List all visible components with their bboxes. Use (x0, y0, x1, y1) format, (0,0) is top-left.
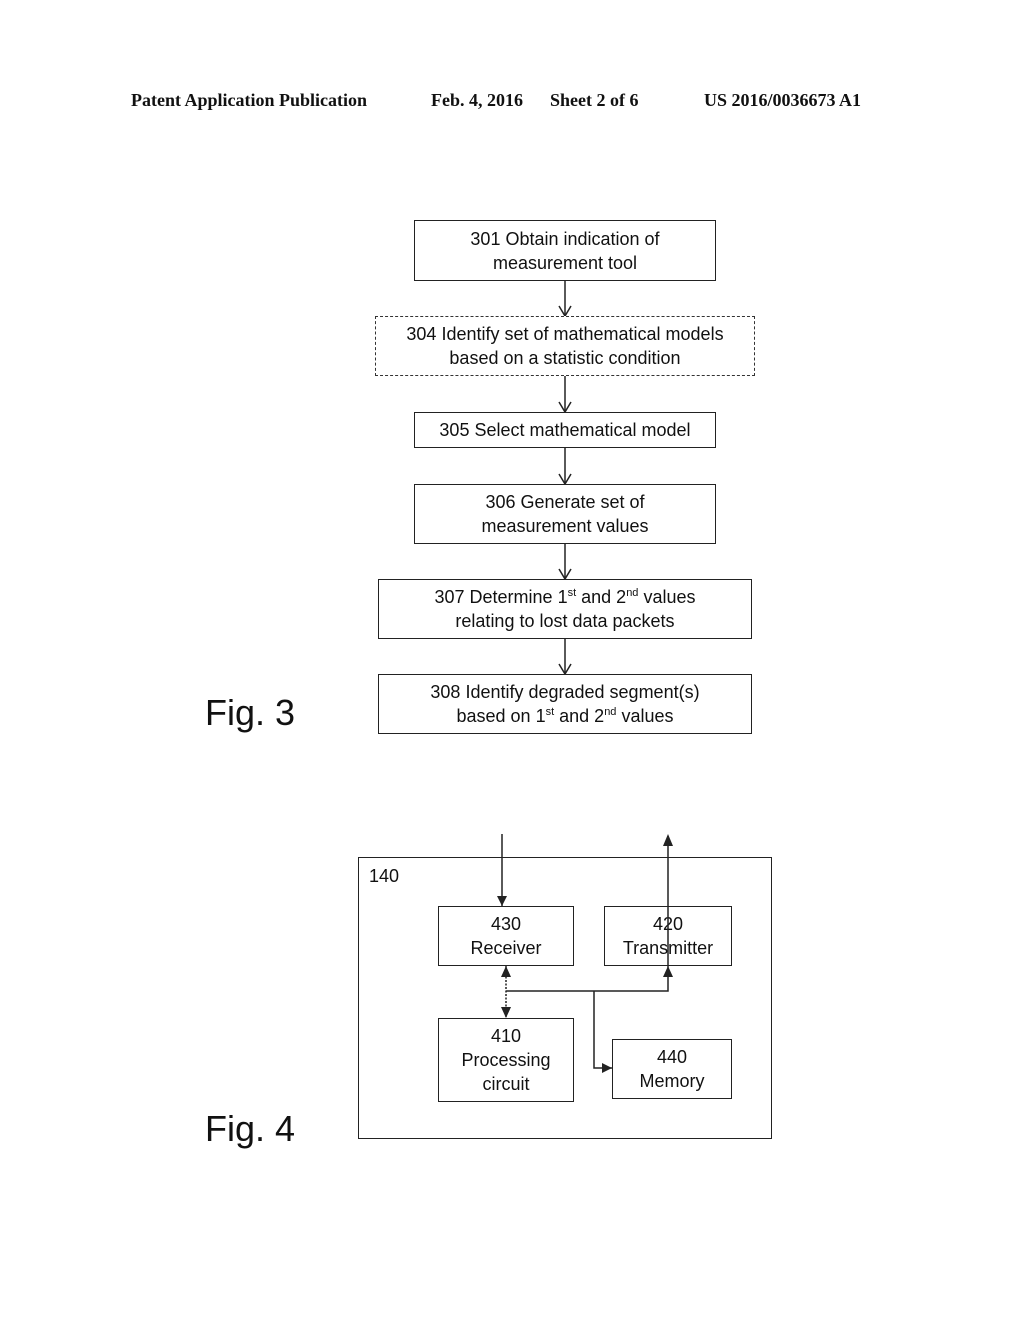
text-part: values (616, 706, 674, 726)
step-308-line1: 308 Identify degraded segment(s) (430, 682, 700, 702)
header-sheet: Sheet 2 of 6 (550, 90, 639, 110)
header-patent-number: US 2016/0036673 A1 (704, 90, 862, 110)
transmitter-name: Transmitter (622, 938, 714, 958)
receiver-430-box: 430 Receiver (438, 906, 574, 966)
step-301-line1: 301 Obtain indication of (470, 228, 660, 249)
processing-line1: Processing (461, 1050, 551, 1070)
step-308-line2: based on 1st and 2nd values (457, 704, 674, 728)
processing-line2: circuit (482, 1074, 530, 1094)
memory-number: 440 (656, 1047, 688, 1067)
arrowhead-up-icon (663, 834, 673, 846)
arrowhead-icon (558, 663, 572, 676)
step-306-box: 306 Generate set of measurement values (414, 484, 716, 544)
transmitter-420-box: 420 Transmitter (604, 906, 732, 966)
superscript: nd (626, 587, 639, 599)
text-part: and 2 (554, 706, 605, 726)
processing-circuit-410-box: 410 Processing circuit (438, 1018, 574, 1102)
text-part: values (638, 587, 696, 607)
step-307-line2: relating to lost data packets (455, 611, 675, 631)
step-305-line1: 305 Select mathematical model (439, 420, 691, 440)
text-part: and 2 (576, 587, 627, 607)
text-part: 307 Determine 1 (434, 587, 568, 607)
step-304-box-optional: 304 Identify set of mathematical models … (375, 316, 755, 376)
header-date: Feb. 4, 2016 (431, 90, 523, 110)
superscript: nd (604, 706, 617, 718)
superscript: st (567, 587, 577, 599)
arrowhead-icon (558, 401, 572, 414)
receiver-name: Receiver (470, 938, 542, 958)
device-140-label: 140 (369, 866, 400, 886)
processing-number: 410 (490, 1026, 522, 1046)
step-307-box: 307 Determine 1st and 2nd values relatin… (378, 579, 752, 639)
header-publication: Patent Application Publication (131, 90, 368, 110)
arrowhead-icon (558, 568, 572, 581)
step-306-line2: measurement values (481, 516, 649, 536)
step-304-line2: based on a statistic condition (449, 348, 681, 368)
step-305-box: 305 Select mathematical model (414, 412, 716, 448)
receiver-number: 430 (490, 914, 522, 934)
transmitter-number: 420 (652, 914, 684, 934)
fig4-label: Fig. 4 (205, 1108, 296, 1149)
step-301-line2: measurement tool (492, 252, 638, 273)
step-308-box: 308 Identify degraded segment(s) based o… (378, 674, 752, 734)
step-307-line1: 307 Determine 1st and 2nd values (435, 585, 696, 609)
superscript: st (545, 706, 555, 718)
memory-440-box: 440 Memory (612, 1039, 732, 1099)
arrowhead-icon (558, 305, 572, 318)
memory-name: Memory (639, 1071, 705, 1091)
fig3-label: Fig. 3 (205, 692, 296, 733)
step-304-line1: 304 Identify set of mathematical models (406, 324, 724, 344)
arrowhead-icon (558, 473, 572, 486)
step-306-line1: 306 Generate set of (485, 492, 645, 512)
step-301-box: 301 Obtain indication of measurement too… (414, 220, 716, 281)
text-part: based on 1 (456, 706, 546, 726)
